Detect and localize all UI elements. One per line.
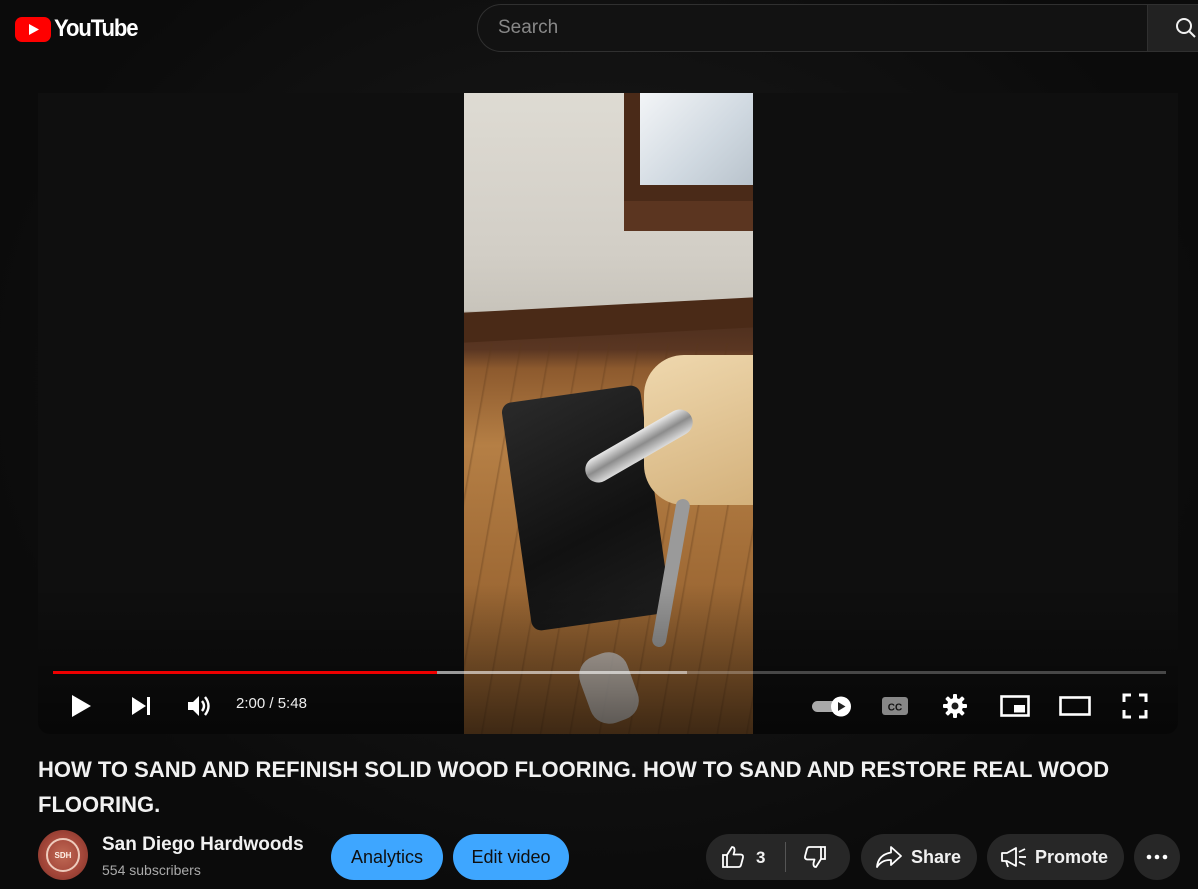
youtube-logo-icon: [15, 16, 51, 42]
video-scene-baseboard: [464, 297, 753, 343]
promote-button[interactable]: Promote: [987, 834, 1124, 880]
progress-played: [53, 671, 437, 674]
search-input[interactable]: [498, 17, 1147, 39]
theater-mode-icon: [1059, 696, 1091, 716]
like-count: 3: [756, 848, 766, 867]
svg-text:CC: CC: [888, 703, 902, 714]
edit-video-button[interactable]: Edit video: [453, 834, 569, 880]
channel-name[interactable]: San Diego Hardwoods: [102, 834, 304, 856]
progress-bar[interactable]: [53, 671, 1166, 674]
volume-icon: [188, 696, 210, 716]
promote-label: Promote: [1035, 847, 1109, 867]
channel-avatar-logo: SDH: [46, 838, 80, 872]
dislike-button[interactable]: [786, 834, 850, 880]
like-button[interactable]: 3: [706, 834, 786, 880]
share-arrow-icon: [876, 846, 902, 868]
autoplay-toggle[interactable]: [808, 691, 856, 721]
thumbs-up-icon: [722, 846, 744, 868]
share-label: Share: [911, 847, 962, 867]
player-controls: 2:00 / 5:48 CC: [38, 683, 1178, 727]
play-button[interactable]: [66, 691, 96, 721]
megaphone-icon: [1001, 847, 1026, 868]
youtube-logo[interactable]: YouTube: [15, 15, 145, 42]
fullscreen-icon: [1122, 693, 1148, 719]
video-scene-window: [624, 93, 753, 203]
theater-mode-button[interactable]: [1058, 691, 1092, 721]
settings-button[interactable]: [938, 691, 972, 721]
video-scene-sill: [624, 201, 753, 231]
more-actions-button[interactable]: [1134, 834, 1180, 880]
youtube-logo-text: YouTube: [54, 15, 139, 42]
video-title: HOW TO SAND AND REFINISH SOLID WOOD FLOO…: [38, 757, 1110, 817]
owner-actions-row: SDH San Diego Hardwoods 554 subscribers …: [38, 830, 1188, 882]
subscriber-count: 554 subscribers: [102, 862, 201, 878]
closed-captions-icon: CC: [882, 697, 908, 715]
miniplayer-icon: [1000, 695, 1030, 717]
thumbs-down-icon: [804, 846, 826, 868]
gear-icon: [943, 694, 967, 718]
video-player[interactable]: 2:00 / 5:48 CC: [38, 93, 1178, 734]
time-display: 2:00 / 5:48: [236, 695, 307, 712]
channel-avatar[interactable]: SDH: [38, 830, 88, 880]
search-icon: [1176, 18, 1196, 38]
search-button[interactable]: [1147, 4, 1198, 52]
captions-button[interactable]: CC: [878, 691, 912, 721]
more-horizontal-icon: [1146, 854, 1168, 860]
search-box[interactable]: [477, 4, 1147, 52]
next-button[interactable]: [126, 691, 156, 721]
next-icon: [132, 697, 150, 715]
share-button[interactable]: Share: [861, 834, 977, 880]
masthead: YouTube: [0, 0, 1198, 56]
autoplay-toggle-icon: [812, 696, 851, 717]
play-icon: [72, 695, 91, 717]
like-dislike-group: 3: [706, 834, 850, 880]
analytics-button[interactable]: Analytics: [331, 834, 443, 880]
time-separator: /: [265, 695, 278, 712]
mute-button[interactable]: [183, 691, 215, 721]
time-current: 2:00: [236, 695, 266, 712]
time-total: 5:48: [277, 695, 307, 712]
miniplayer-button[interactable]: [998, 691, 1032, 721]
fullscreen-button[interactable]: [1118, 691, 1152, 721]
